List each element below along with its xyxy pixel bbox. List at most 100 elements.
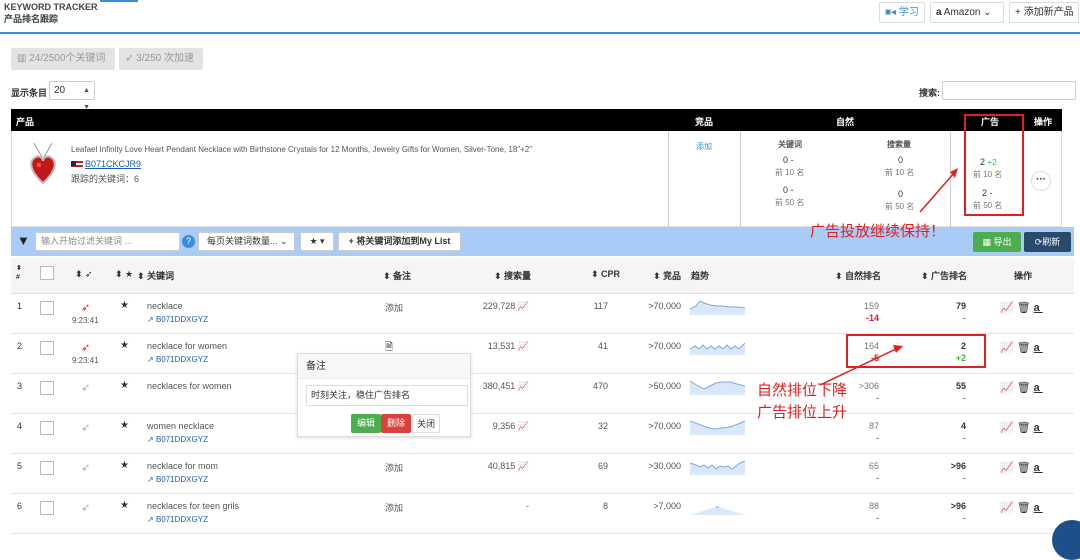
row-checkbox[interactable] bbox=[40, 301, 54, 315]
keyword-col-header[interactable]: ⬍ 关键词 bbox=[137, 269, 174, 282]
chat-bubble-button[interactable] bbox=[1052, 520, 1080, 560]
keyword-asin-link[interactable]: ↗ B071DDXGYZ bbox=[147, 355, 208, 364]
search-volume: - bbox=[526, 501, 529, 511]
rocket-icon[interactable]: ➶ bbox=[81, 421, 90, 434]
keyword-asin-link[interactable]: ↗ B071DDXGYZ bbox=[147, 435, 208, 444]
trend-sparkline bbox=[690, 420, 745, 435]
amazon-icon[interactable]: a bbox=[1034, 302, 1043, 314]
chevron-down-icon: ⌄ bbox=[983, 7, 992, 18]
row-checkbox[interactable] bbox=[40, 341, 54, 355]
help-icon[interactable]: ? bbox=[182, 235, 195, 248]
rocket-icon[interactable]: ➶ bbox=[81, 381, 90, 394]
page-size-select[interactable]: 20 ▲ ▼ bbox=[49, 81, 95, 111]
keyword-text: necklace for women bbox=[147, 341, 228, 351]
organic-rank-delta: -14 bbox=[865, 313, 879, 323]
amazon-icon[interactable]: a bbox=[1034, 342, 1043, 354]
select-all-checkbox[interactable] bbox=[40, 266, 54, 280]
note-edit-button[interactable]: 编辑 bbox=[351, 414, 381, 433]
trash-icon[interactable]: 🗑 bbox=[1017, 422, 1034, 434]
search-volume-col-header[interactable]: ⬍ 搜索量 bbox=[494, 269, 531, 282]
organic-rank-col-header[interactable]: ⬍ 自然排名 bbox=[835, 269, 881, 282]
star-icon[interactable]: ★ bbox=[120, 460, 129, 471]
num-col-header[interactable]: ⬍ # bbox=[16, 264, 22, 282]
table-row: 1 ➶ 9:23:41 ★ necklace ↗ B071DDXGYZ 添加 229,728 … bbox=[11, 294, 1074, 334]
keyword-asin-link[interactable]: ↗ B071DDXGYZ bbox=[147, 515, 208, 524]
star-filter-select[interactable]: ★ ▾ bbox=[300, 232, 334, 251]
note-delete-button[interactable]: 删除 bbox=[381, 414, 411, 433]
add-to-mylist-button[interactable]: + 将关键词添加到My List bbox=[338, 232, 461, 251]
rocket-col-header[interactable]: ⬍ ➶ bbox=[75, 269, 93, 280]
trend-sparkline bbox=[690, 380, 745, 395]
chart-icon[interactable]: 📈 bbox=[1000, 422, 1017, 434]
product-more-button[interactable]: ··· bbox=[1031, 171, 1051, 191]
trend-col-header: 趋势 bbox=[691, 271, 710, 281]
marketplace-select[interactable]: a Amazon ⌄ bbox=[930, 2, 1004, 23]
row-checkbox[interactable] bbox=[40, 461, 54, 475]
keyword-text: necklace bbox=[147, 301, 183, 311]
trash-icon[interactable]: 🗑 bbox=[1017, 302, 1034, 314]
row-checkbox[interactable] bbox=[40, 421, 54, 435]
ad-rank: >96 bbox=[950, 501, 966, 511]
note-add-link[interactable]: 添加 bbox=[385, 501, 403, 514]
note-col-header[interactable]: ⬍ 备注 bbox=[383, 269, 411, 282]
rocket-icon[interactable]: ➶ bbox=[81, 461, 90, 474]
note-add-link[interactable]: 添加 bbox=[385, 301, 403, 314]
row-actions: 📈🗑a bbox=[1000, 381, 1043, 394]
star-icon[interactable]: ★ bbox=[120, 300, 129, 311]
chart-icon[interactable]: 📈 bbox=[1000, 382, 1017, 394]
export-button[interactable]: ▦ 导出 bbox=[973, 232, 1021, 252]
add-product-button[interactable]: + 添加新产品 bbox=[1009, 2, 1079, 23]
organic-col-header: 自然 bbox=[836, 117, 855, 127]
refresh-button[interactable]: ⟳刷新 bbox=[1024, 232, 1071, 252]
video-icon: ■◂ bbox=[885, 7, 897, 18]
rocket-icon[interactable]: ➶ bbox=[81, 341, 90, 354]
cpr-col-header[interactable]: ⬍ CPR bbox=[591, 269, 620, 280]
star-icon[interactable]: ★ bbox=[120, 380, 129, 391]
per-page-select[interactable]: 每页关键词数量... ⌄ bbox=[198, 232, 295, 251]
star-icon[interactable]: ★ bbox=[120, 500, 129, 511]
competitor-add-link[interactable]: 添加 bbox=[696, 141, 712, 152]
chart-icon[interactable]: 📈 bbox=[1000, 462, 1017, 474]
note-close-button[interactable]: 关闭 bbox=[412, 414, 440, 433]
amazon-icon[interactable]: a bbox=[1034, 502, 1043, 514]
amazon-icon[interactable]: a bbox=[1034, 382, 1043, 394]
row-checkbox[interactable] bbox=[40, 501, 54, 515]
us-flag-icon bbox=[71, 160, 83, 169]
star-icon[interactable]: ★ bbox=[120, 420, 129, 431]
keyword-text: necklaces for women bbox=[147, 381, 232, 391]
chart-icon[interactable]: 📈 bbox=[1000, 342, 1017, 354]
search-volume: 9,356 📈 bbox=[492, 421, 529, 431]
note-popup-input[interactable]: 时刻关注，稳住广告排名 bbox=[306, 385, 468, 406]
keyword-asin-link[interactable]: ↗ B071DDXGYZ bbox=[147, 315, 208, 324]
rocket-icon[interactable]: ➶ bbox=[81, 301, 90, 314]
chevron-down-icon: ⌄ bbox=[280, 236, 288, 246]
trash-icon[interactable]: 🗑 bbox=[1017, 502, 1034, 514]
cpr-value: 32 bbox=[597, 421, 608, 431]
trash-icon[interactable]: 🗑 bbox=[1017, 382, 1034, 394]
ad-rank-col-header[interactable]: ⬍ 广告排名 bbox=[921, 269, 967, 282]
amazon-icon[interactable]: a bbox=[1034, 462, 1043, 474]
ad-rank: 79 bbox=[955, 301, 966, 311]
row-checkbox[interactable] bbox=[40, 381, 54, 395]
note-add-link[interactable]: 添加 bbox=[385, 461, 403, 474]
product-asin-link[interactable]: B071CKCJR9 bbox=[71, 159, 141, 169]
rocket-icon[interactable]: ➶ bbox=[81, 501, 90, 514]
competitor-col-header-2[interactable]: ⬍ 竞品 bbox=[653, 269, 681, 282]
export-label: 导出 bbox=[993, 237, 1012, 247]
trash-icon[interactable]: 🗑 bbox=[1017, 342, 1034, 354]
search-input[interactable] bbox=[942, 81, 1076, 100]
amazon-icon[interactable]: a bbox=[1034, 422, 1043, 434]
keyword-filter-input[interactable]: 输入开始过滤关键词 ... bbox=[35, 232, 180, 251]
ad-rank: >96 bbox=[950, 461, 966, 471]
chart-icon[interactable]: 📈 bbox=[1000, 302, 1017, 314]
chart-icon[interactable]: 📈 bbox=[1000, 502, 1017, 514]
star-icon[interactable]: ★ bbox=[120, 340, 129, 351]
learn-button[interactable]: ■◂ 学习 bbox=[879, 2, 925, 23]
star-col-header[interactable]: ⬍ ★ bbox=[115, 269, 133, 280]
cpr-value: 69 bbox=[597, 461, 608, 471]
trash-icon[interactable]: 🗑 bbox=[1017, 462, 1034, 474]
keyword-asin-link[interactable]: ↗ B071DDXGYZ bbox=[147, 475, 208, 484]
organic-top10-sv: 0 bbox=[898, 155, 904, 165]
keyword-quota-text: 24/2500个关键词 bbox=[29, 53, 106, 64]
note-popup-title: 备注 bbox=[298, 354, 470, 379]
